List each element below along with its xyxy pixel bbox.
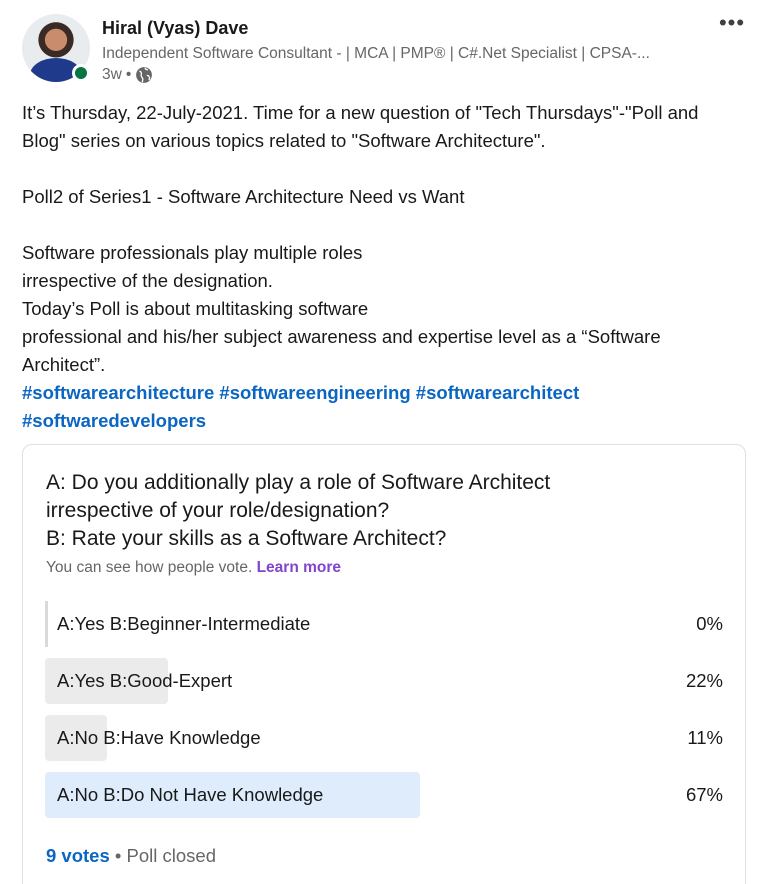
poll-option-percent: 67% bbox=[685, 784, 723, 805]
poll-visibility-note: You can see how people vote. Learn more bbox=[46, 559, 341, 577]
more-options-button[interactable]: ••• bbox=[712, 12, 752, 40]
post-meta: 3w • bbox=[102, 66, 153, 84]
author-headline: Independent Software Consultant - | MCA … bbox=[102, 45, 650, 62]
post-line bbox=[22, 155, 752, 183]
post-text: It’s Thursday, 22-July-2021. Time for a … bbox=[22, 99, 752, 435]
poll-question-line: irrespective of your role/designation? bbox=[46, 499, 390, 522]
poll-option-label: A:Yes B:Good-Expert bbox=[57, 670, 233, 691]
poll-option[interactable]: A:No B:Do Not Have Knowledge 67% bbox=[45, 772, 723, 818]
poll-card: A: Do you additionally play a role of So… bbox=[22, 444, 746, 884]
poll-option-percent: 22% bbox=[685, 670, 723, 691]
online-status-icon bbox=[72, 64, 90, 82]
post-time: 3w bbox=[102, 66, 122, 83]
hashtag-link[interactable]: #softwarearchitecture bbox=[22, 382, 214, 403]
poll-question-line: A: Do you additionally play a role of So… bbox=[46, 471, 551, 494]
poll-status: Poll closed bbox=[126, 845, 216, 866]
poll-option-bar bbox=[45, 601, 48, 647]
post-line bbox=[22, 211, 752, 239]
learn-more-link[interactable]: Learn more bbox=[257, 559, 341, 576]
poll-option-label: A:Yes B:Beginner-Intermediate bbox=[57, 613, 311, 634]
poll-footer: 9 votes • Poll closed bbox=[46, 845, 216, 867]
hashtags-line: #softwarearchitecture #softwareengineeri… bbox=[22, 379, 752, 407]
poll-question: A: Do you additionally play a role of So… bbox=[46, 469, 550, 553]
post-line: Software professionals play multiple rol… bbox=[22, 242, 363, 263]
poll-option-percent: 11% bbox=[687, 727, 723, 748]
hashtags-line: #softwaredevelopers bbox=[22, 407, 752, 435]
post-line: Poll2 of Series1 - Software Architecture… bbox=[22, 186, 465, 207]
globe-icon bbox=[136, 67, 153, 83]
post-line: irrespective of the designation. bbox=[22, 270, 273, 291]
post-line: It’s Thursday, 22-July-2021. Time for a … bbox=[22, 102, 699, 123]
meta-separator: • bbox=[125, 66, 132, 83]
footer-separator: • bbox=[114, 845, 122, 866]
votes-link[interactable]: 9 votes bbox=[46, 845, 110, 866]
poll-option[interactable]: A:Yes B:Beginner-Intermediate 0% bbox=[45, 601, 723, 647]
author-name[interactable]: Hiral (Vyas) Dave bbox=[102, 18, 248, 39]
hashtag-link[interactable]: #softwareengineering bbox=[219, 382, 410, 403]
poll-option-label: A:No B:Do Not Have Knowledge bbox=[57, 784, 324, 805]
poll-option[interactable]: A:Yes B:Good-Expert 22% bbox=[45, 658, 723, 704]
poll-question-line: B: Rate your skills as a Software Archit… bbox=[46, 527, 447, 550]
poll-option-percent: 0% bbox=[696, 613, 723, 634]
hashtag-link[interactable]: #softwaredevelopers bbox=[22, 410, 206, 431]
post-line: professional and his/her subject awarene… bbox=[22, 326, 661, 347]
poll-option[interactable]: A:No B:Have Knowledge 11% bbox=[45, 715, 723, 761]
poll-option-label: A:No B:Have Knowledge bbox=[57, 727, 261, 748]
poll-note-text: You can see how people vote. bbox=[46, 559, 253, 576]
post-line: Blog" series on various topics related t… bbox=[22, 130, 546, 151]
post-header: Hiral (Vyas) Dave Independent Software C… bbox=[22, 12, 752, 90]
hashtag-link[interactable]: #softwarearchitect bbox=[416, 382, 579, 403]
post-line: Today’s Poll is about multitasking softw… bbox=[22, 298, 369, 319]
post-line: Architect”. bbox=[22, 354, 106, 375]
